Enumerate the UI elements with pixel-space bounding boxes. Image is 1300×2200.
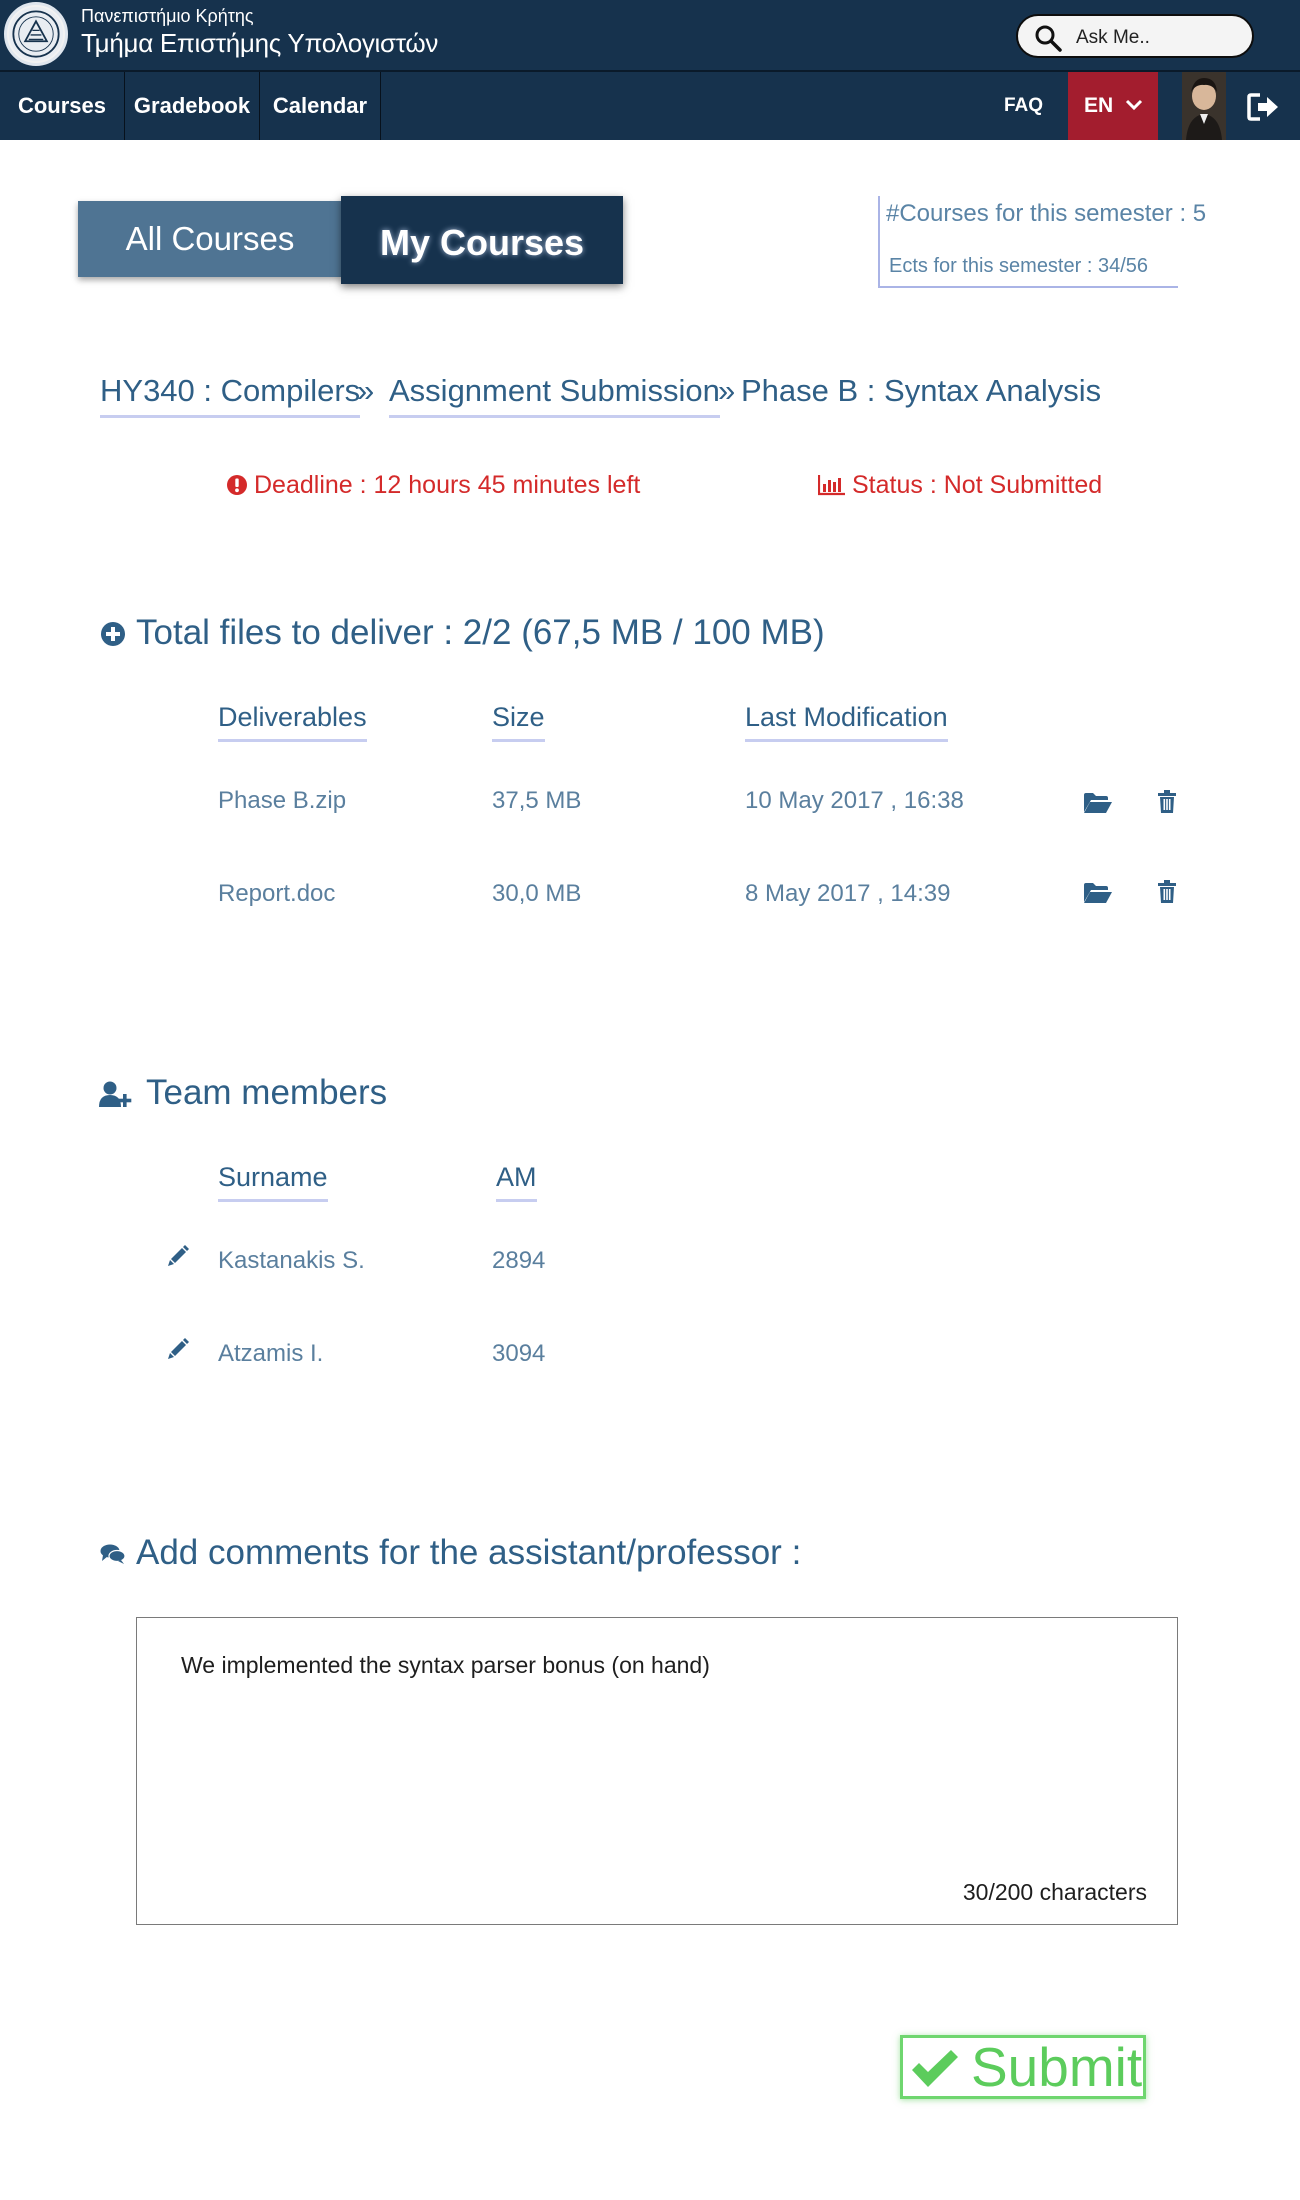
file-modified: 10 May 2017 , 16:38 (745, 787, 964, 814)
deadline-notice: Deadline : 12 hours 45 minutes left (226, 471, 640, 500)
main-nav: Courses Gradebook Calendar FAQ EN (0, 70, 1300, 140)
folder-open-icon[interactable] (1083, 792, 1113, 814)
search-input[interactable]: Ask Me.. (1016, 14, 1254, 58)
breadcrumb-separator: » (357, 373, 375, 408)
language-select[interactable]: EN (1068, 72, 1158, 140)
semester-course-count: #Courses for this semester : 5 (886, 200, 1207, 227)
status-text: Status : Not Submitted (852, 471, 1103, 499)
breadcrumb-separator: » (718, 373, 736, 408)
comment-text: We implemented the syntax parser bonus (… (181, 1652, 710, 1678)
files-header-modified: Last Modification (745, 702, 948, 742)
files-section-title: Total files to deliver : 2/2 (67,5 MB / … (136, 613, 825, 652)
nav-calendar[interactable]: Calendar (260, 72, 380, 140)
pencil-icon[interactable] (168, 1337, 190, 1359)
trash-icon[interactable] (1157, 790, 1177, 814)
file-size: 37,5 MB (492, 787, 582, 814)
nav-faq[interactable]: FAQ (1004, 72, 1043, 140)
member-surname: Kastanakis S. (218, 1247, 365, 1274)
pencil-icon[interactable] (168, 1244, 190, 1266)
chevron-down-icon (1125, 99, 1143, 111)
member-am: 3094 (492, 1340, 546, 1367)
file-name[interactable]: Report.doc (218, 880, 335, 908)
avatar[interactable] (1182, 72, 1226, 140)
file-modified: 8 May 2017 , 14:39 (745, 880, 951, 907)
plus-circle-icon[interactable] (100, 621, 126, 647)
search-icon (1035, 25, 1062, 52)
comments-section-title: Add comments for the assistant/professor… (136, 1533, 802, 1572)
breadcrumb-current: Phase B : Syntax Analysis (741, 373, 1102, 408)
search-placeholder: Ask Me.. (1076, 27, 1150, 48)
department-name: Τμήμα Επιστήμης Υπολογιστών (81, 28, 439, 58)
submit-button[interactable]: Submit (900, 2035, 1146, 2099)
deadline-text: Deadline : 12 hours 45 minutes left (254, 471, 641, 499)
member-surname: Atzamis I. (218, 1340, 324, 1367)
trash-icon[interactable] (1157, 880, 1177, 904)
breadcrumb-section[interactable]: Assignment Submission (389, 373, 720, 418)
semester-summary: #Courses for this semester : 5 Ects for … (878, 196, 1206, 288)
team-header-am: AM (496, 1162, 537, 1202)
team-header-surname: Surname (218, 1162, 328, 1202)
university-name: Πανεπιστήμιο Κρήτης (81, 6, 254, 26)
bar-chart-icon (818, 475, 845, 496)
nav-courses[interactable]: Courses (0, 72, 124, 140)
comment-textarea[interactable]: We implemented the syntax parser bonus (… (136, 1617, 1178, 1925)
team-section-title: Team members (146, 1073, 388, 1112)
tab-all-courses[interactable]: All Courses (78, 201, 342, 277)
files-header-deliverables: Deliverables (218, 702, 367, 742)
character-counter: 30/200 characters (962, 1879, 1147, 1905)
checkmark-icon (912, 2050, 958, 2087)
exclamation-circle-icon (227, 475, 247, 495)
folder-open-icon[interactable] (1083, 882, 1113, 904)
comments-icon (100, 1544, 126, 1564)
add-user-icon[interactable] (99, 1080, 133, 1108)
nav-divider (380, 72, 381, 140)
university-logo[interactable] (4, 2, 68, 66)
file-size: 30,0 MB (492, 880, 582, 907)
semester-ects: Ects for this semester : 34/56 (889, 255, 1148, 277)
logout-icon[interactable] (1246, 92, 1280, 122)
nav-gradebook[interactable]: Gradebook (125, 72, 259, 140)
status-notice: Status : Not Submitted (818, 471, 1102, 500)
language-label: EN (1084, 94, 1114, 117)
top-header: Πανεπιστήμιο Κρήτης Τμήμα Επιστήμης Υπολ… (0, 0, 1300, 70)
submit-label: Submit (971, 2036, 1143, 2098)
files-header-size: Size (492, 702, 545, 742)
member-am: 2894 (492, 1247, 546, 1274)
breadcrumb-course[interactable]: HY340 : Compilers (100, 373, 361, 418)
file-name[interactable]: Phase B.zip (218, 787, 346, 815)
tab-my-courses[interactable]: My Courses (341, 196, 623, 284)
